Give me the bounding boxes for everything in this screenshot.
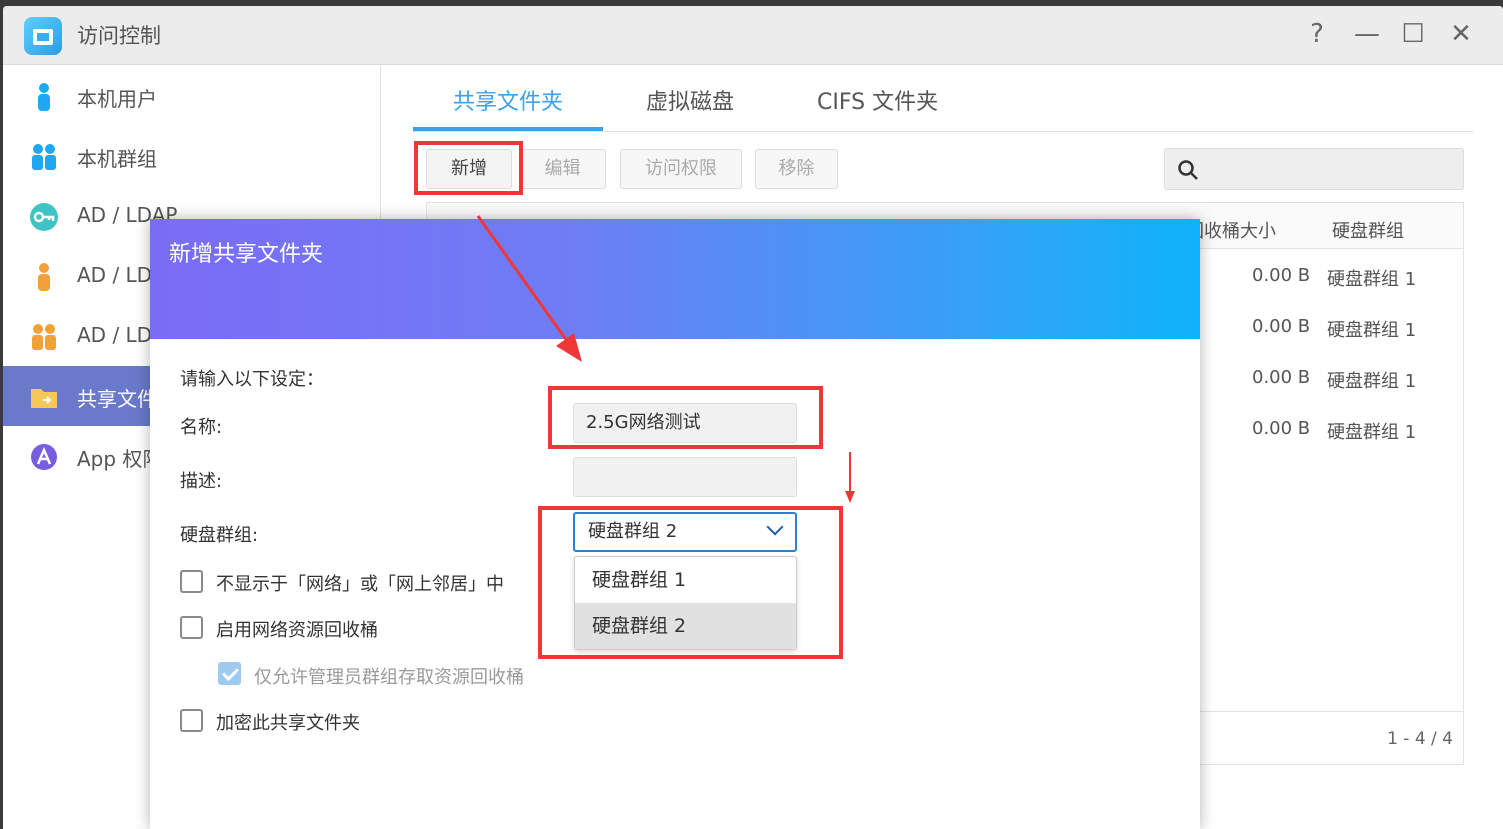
search-icon <box>1178 160 1198 180</box>
admin-only-recycle-checkbox[interactable] <box>218 662 241 685</box>
close-icon[interactable]: ✕ <box>1443 19 1479 49</box>
minimize-icon[interactable]: — <box>1349 19 1385 49</box>
help-icon[interactable]: ? <box>1299 19 1335 49</box>
recycle-size-cell: 0.00 B <box>1252 265 1311 286</box>
hide-network-label: 不显示于「网络」或「网上邻居」中 <box>216 574 504 595</box>
group-icon <box>32 324 56 350</box>
user-icon <box>38 263 50 291</box>
sidebar-item-label: 本机群组 <box>77 147 157 171</box>
group-icon <box>32 144 56 170</box>
app-icon <box>31 444 57 470</box>
permissions-button[interactable]: 访问权限 <box>620 149 742 189</box>
recycle-bin-checkbox[interactable] <box>180 616 203 639</box>
volume-cell: 硬盘群组 1 <box>1327 320 1417 341</box>
annotation-box-volume-select <box>538 506 843 659</box>
folder-icon <box>31 389 57 408</box>
dialog-header: 新增共享文件夹 <box>150 219 1200 339</box>
volume-cell: 硬盘群组 1 <box>1327 371 1417 392</box>
column-header-volume[interactable]: 硬盘群组 <box>1332 217 1404 243</box>
admin-only-recycle-label: 仅允许管理员群组存取资源回收桶 <box>254 667 524 688</box>
user-icon <box>38 83 50 111</box>
volume-cell: 硬盘群组 1 <box>1327 422 1417 443</box>
tab-bar: 共享文件夹 虚拟磁盘 CIFS 文件夹 <box>413 66 1473 132</box>
name-label: 名称: <box>180 417 223 438</box>
encrypt-folder-label: 加密此共享文件夹 <box>216 713 360 734</box>
annotation-box-add-button <box>414 141 523 195</box>
search-input[interactable] <box>1164 148 1464 190</box>
tab-cifs-folder[interactable]: CIFS 文件夹 <box>817 84 938 116</box>
hide-network-checkbox[interactable] <box>180 570 203 593</box>
description-label: 描述: <box>180 471 223 492</box>
access-control-app-icon <box>24 17 62 55</box>
dialog-title: 新增共享文件夹 <box>169 242 324 267</box>
dialog-intro: 请输入以下设定： <box>180 369 324 390</box>
window-title: 访问控制 <box>77 24 161 48</box>
recycle-size-cell: 0.00 B <box>1252 316 1311 337</box>
volume-label: 硬盘群组: <box>180 525 259 546</box>
remove-button[interactable]: 移除 <box>755 149 838 189</box>
sidebar-item-local-users[interactable]: 本机用户 <box>3 66 381 126</box>
volume-cell: 硬盘群组 1 <box>1327 269 1417 290</box>
key-icon <box>30 203 58 231</box>
pagination-info: 1 - 4 / 4 <box>1387 729 1453 749</box>
edit-button[interactable]: 编辑 <box>519 149 606 189</box>
encrypt-folder-checkbox[interactable] <box>180 709 203 732</box>
maximize-icon[interactable]: ☐ <box>1395 19 1431 49</box>
sidebar-item-local-groups[interactable]: 本机群组 <box>3 126 381 186</box>
recycle-size-cell: 0.00 B <box>1252 367 1311 388</box>
sidebar-item-label: 本机用户 <box>77 87 157 111</box>
description-input[interactable] <box>573 457 797 497</box>
active-tab-indicator <box>413 127 603 131</box>
title-bar: 访问控制 ? — ☐ ✕ <box>3 6 1503 65</box>
recycle-size-cell: 0.00 B <box>1252 418 1311 439</box>
tab-shared-folders[interactable]: 共享文件夹 <box>453 84 563 116</box>
annotation-box-name-input <box>548 386 823 449</box>
recycle-bin-label: 启用网络资源回收桶 <box>216 620 378 641</box>
tab-virtual-disk[interactable]: 虚拟磁盘 <box>646 84 734 116</box>
